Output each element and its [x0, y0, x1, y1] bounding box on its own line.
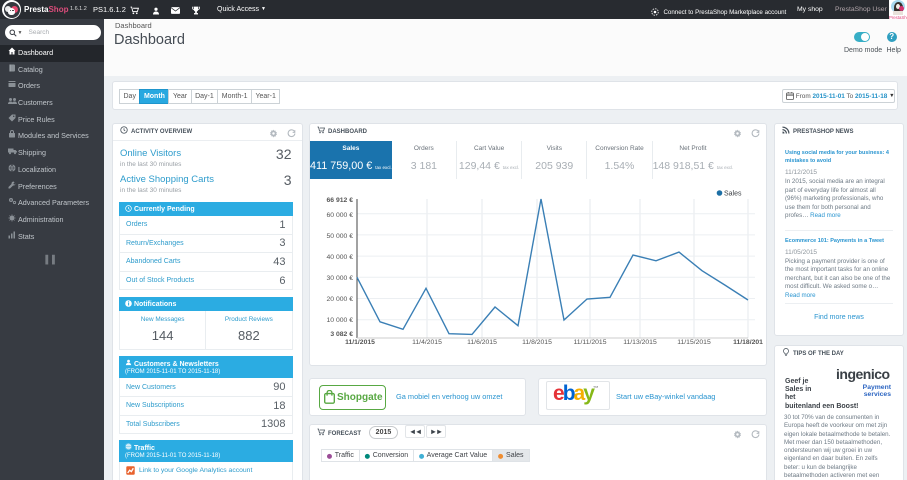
svg-text:11/6/2015: 11/6/2015 — [467, 339, 497, 346]
svg-text:11/15/2015: 11/15/2015 — [677, 339, 711, 346]
svg-text:3 082 €: 3 082 € — [330, 331, 353, 338]
svg-text:11/8/2015: 11/8/2015 — [522, 339, 552, 346]
svg-text:11/18/201: 11/18/201 — [733, 339, 763, 346]
svg-text:11/1/2015: 11/1/2015 — [345, 339, 375, 346]
svg-text:11/13/2015: 11/13/2015 — [623, 339, 657, 346]
svg-text:40 000 €: 40 000 € — [327, 254, 354, 261]
svg-text:50 000 €: 50 000 € — [327, 233, 354, 240]
svg-text:30 000 €: 30 000 € — [327, 275, 354, 282]
svg-text:10 000 €: 10 000 € — [327, 317, 354, 324]
svg-text:Sales: Sales — [724, 191, 742, 198]
svg-text:20 000 €: 20 000 € — [327, 296, 354, 303]
svg-text:66 912 €: 66 912 € — [327, 197, 354, 204]
svg-text:11/4/2015: 11/4/2015 — [412, 339, 442, 346]
svg-text:11/11/2015: 11/11/2015 — [573, 339, 606, 346]
svg-text:60 000 €: 60 000 € — [327, 212, 354, 219]
